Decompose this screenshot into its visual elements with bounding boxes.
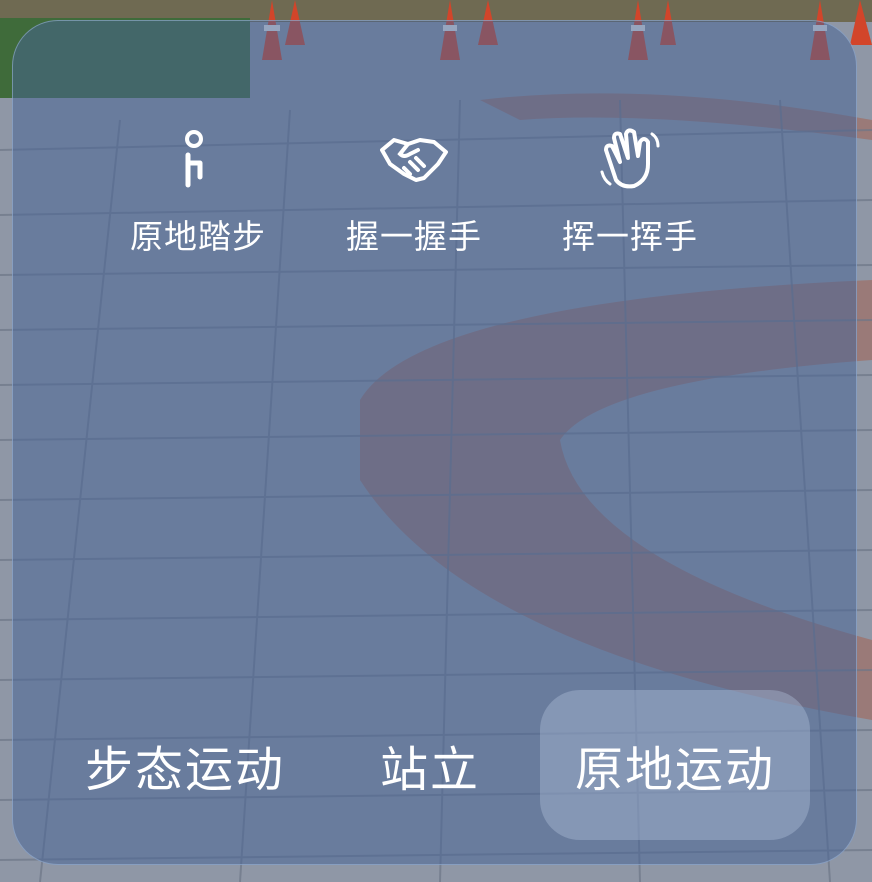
action-label: 握一握手	[346, 217, 482, 256]
mode-stand-tab[interactable]: 站立	[340, 690, 520, 840]
mode-label: 站立	[379, 742, 480, 798]
waving-hand-icon	[590, 120, 670, 200]
mode-label: 步态运动	[84, 742, 285, 798]
action-label: 原地踏步	[130, 217, 266, 256]
action-label: 挥一挥手	[562, 217, 698, 256]
mode-in-place-motion-tab[interactable]: 原地运动	[540, 690, 810, 840]
action-march-in-place-button[interactable]: 原地踏步	[108, 120, 288, 260]
mode-label: 原地运动	[574, 742, 775, 798]
mode-gait-motion-tab[interactable]: 步态运动	[70, 690, 300, 840]
action-wave-button[interactable]: 挥一挥手	[540, 120, 720, 260]
handshake-icon	[374, 120, 454, 200]
action-handshake-button[interactable]: 握一握手	[324, 120, 504, 260]
marching-person-icon	[158, 120, 238, 200]
